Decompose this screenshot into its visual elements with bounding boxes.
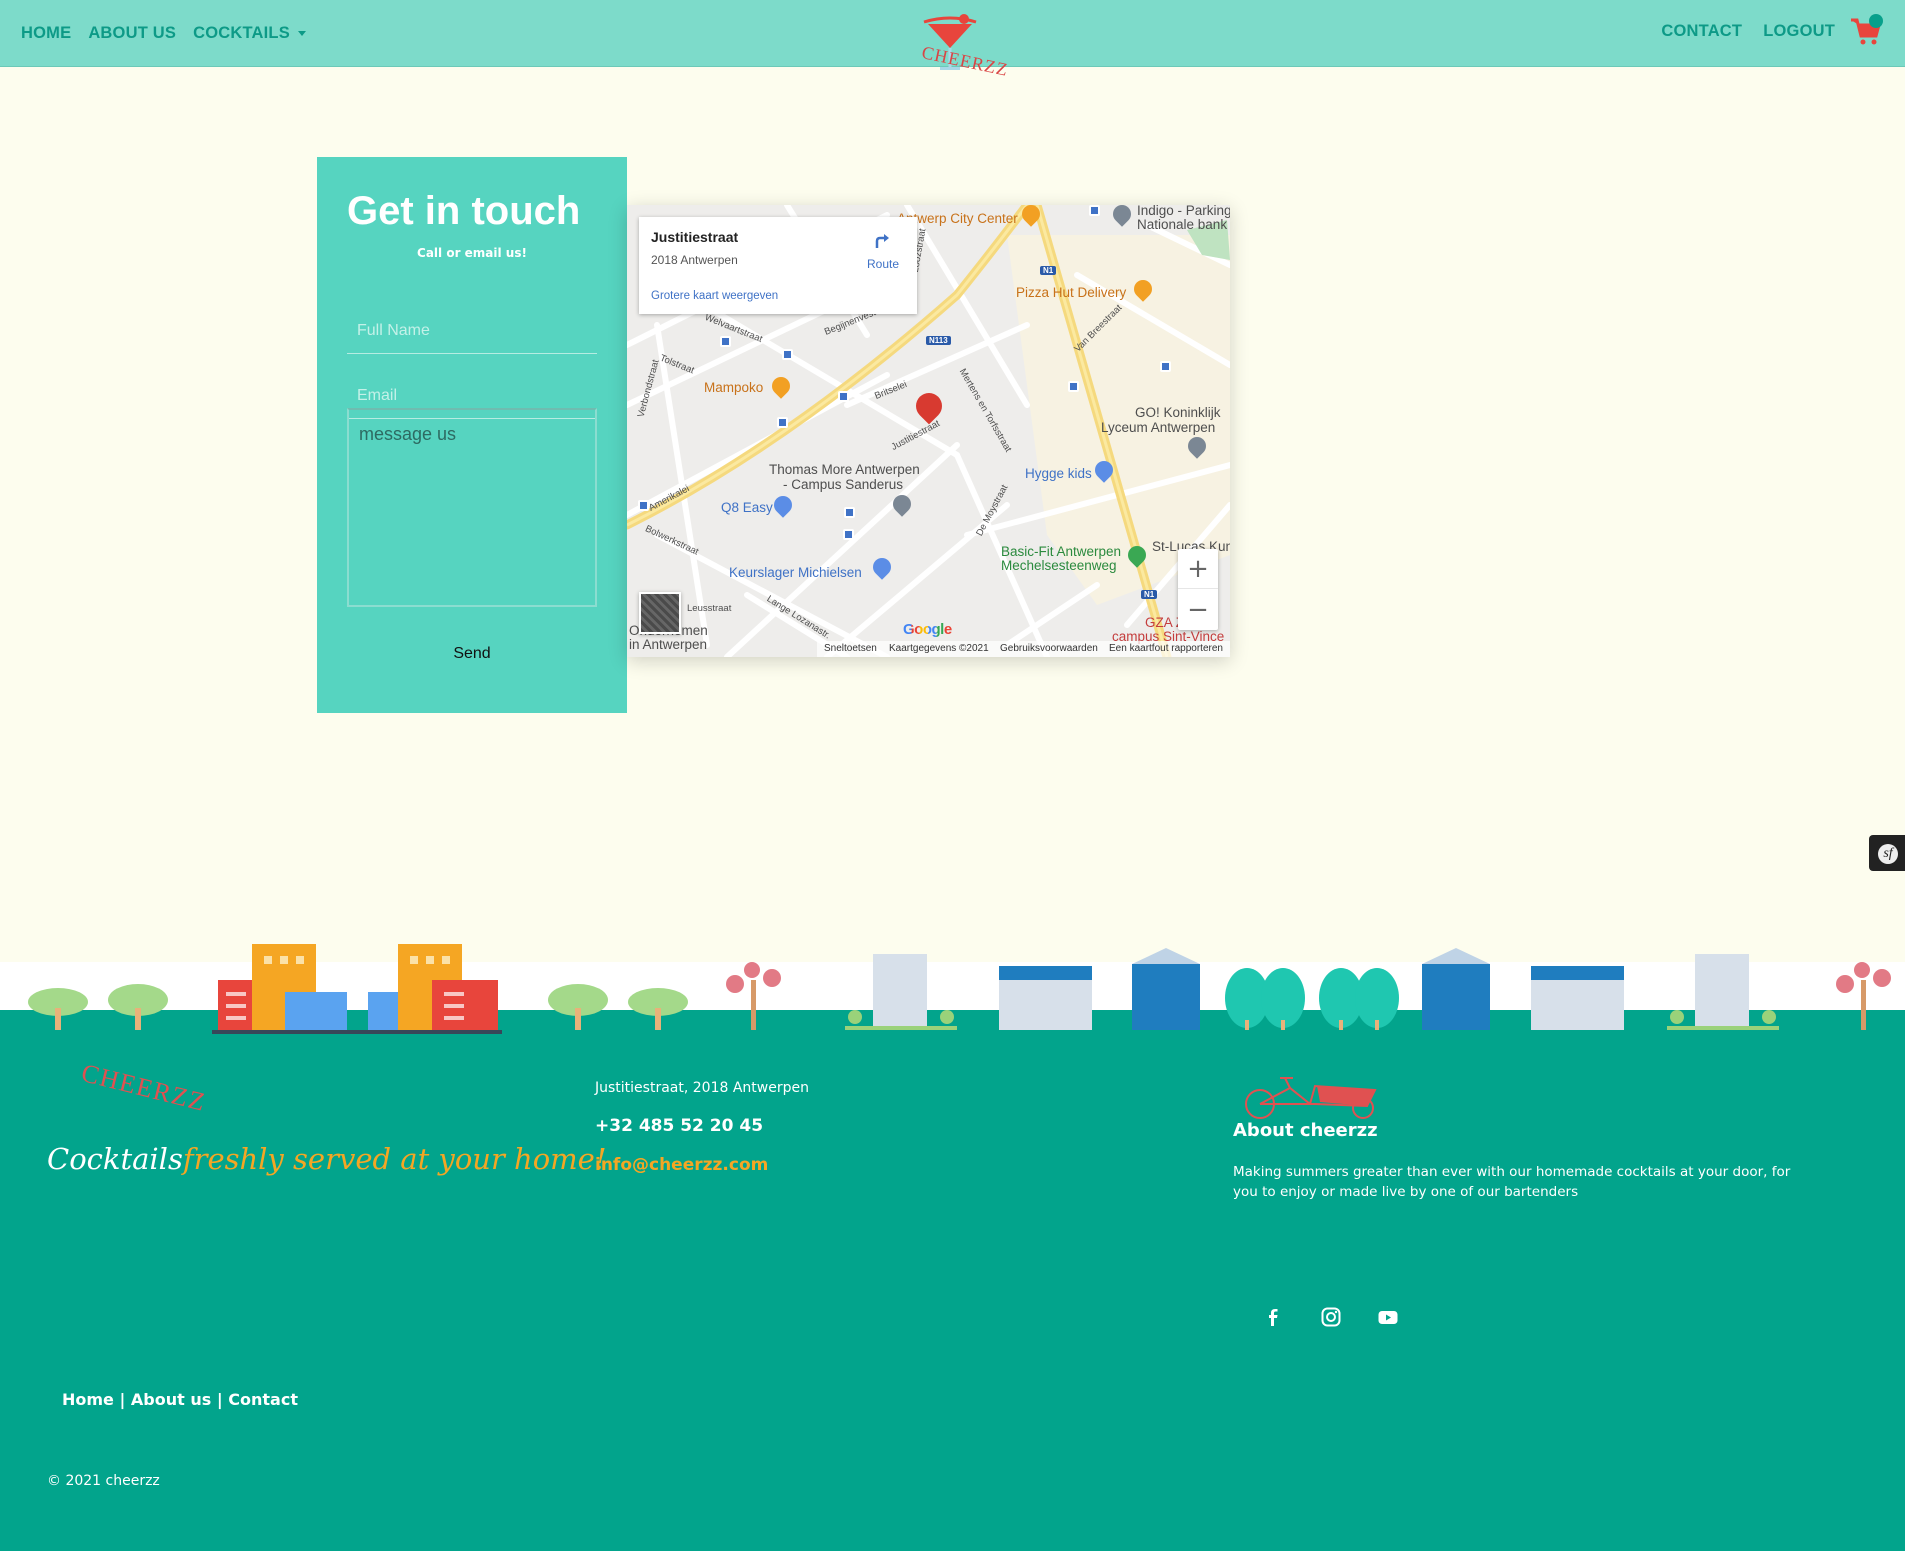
nav-cocktails-label: COCKTAILS bbox=[193, 24, 290, 42]
footer-link-separator: | bbox=[119, 1390, 126, 1409]
youtube-icon[interactable] bbox=[1377, 1306, 1399, 1328]
copyright: © 2021 cheerzz bbox=[47, 1473, 160, 1489]
map-label-thomas-more: Thomas More Antwerpen bbox=[769, 462, 920, 477]
map-label-lyceum: Lyceum Antwerpen bbox=[1101, 420, 1216, 435]
navbar: HOME ABOUT US COCKTAILS CHEERZZ CONTACT … bbox=[0, 0, 1905, 80]
contact-form-card: Get in touch Call or email us! Send bbox=[317, 157, 627, 713]
full-name-input[interactable] bbox=[347, 308, 597, 354]
footer-logo: CHEERZZ bbox=[78, 1058, 210, 1118]
map-label-mechelsesteenweg: Mechelsesteenweg bbox=[1001, 558, 1117, 573]
map-place-address: 2018 Antwerpen bbox=[651, 253, 738, 267]
facebook-icon[interactable] bbox=[1262, 1306, 1284, 1328]
footer-home-link[interactable]: Home bbox=[62, 1390, 114, 1409]
cargo-bike-icon bbox=[1245, 1077, 1377, 1119]
nav-logout-link[interactable]: LOGOUT bbox=[1763, 22, 1835, 41]
bus-stop-icon[interactable] bbox=[777, 417, 788, 428]
zoom-out-button[interactable]: − bbox=[1178, 590, 1218, 630]
footer-links: Home | About us | Contact bbox=[62, 1390, 298, 1409]
city-skyline-illustration bbox=[0, 940, 1905, 1036]
road-n1-badge: N1 bbox=[1040, 266, 1057, 275]
bus-stop-icon[interactable] bbox=[1068, 381, 1079, 392]
bus-stop-icon[interactable] bbox=[720, 336, 731, 347]
nav-about-link[interactable]: ABOUT US bbox=[88, 24, 176, 43]
nav-home-link[interactable]: HOME bbox=[21, 24, 71, 43]
google-map[interactable]: N113 N1 N1 Antwerp City Center Indigo - … bbox=[627, 205, 1230, 657]
footer: CHEERZZ Cocktailsfreshly served at your … bbox=[0, 1010, 1905, 1551]
map-footer: Sneltoetsen Kaartgegevens ©2021 Gebruiks… bbox=[627, 641, 1230, 657]
map-label-basic-fit: Basic-Fit Antwerpen bbox=[1001, 544, 1122, 559]
cart-count-badge bbox=[1869, 14, 1883, 28]
map-label-q8-easy: Q8 Easy bbox=[721, 500, 773, 515]
map-label-mampoko: Mampoko bbox=[704, 380, 764, 395]
map-place-card: Justitiestraat 2018 Antwerpen Grotere ka… bbox=[639, 217, 917, 314]
contact-subtitle: Call or email us! bbox=[417, 246, 527, 260]
nav-left: HOME ABOUT US COCKTAILS bbox=[21, 24, 306, 43]
map-label-go-koninklijk: GO! Koninklijk bbox=[1135, 405, 1221, 420]
map-label-hygge-kids: Hygge kids bbox=[1025, 466, 1092, 481]
symfony-toolbar-toggle[interactable]: sf bbox=[1869, 835, 1905, 871]
zoom-in-button[interactable]: + bbox=[1178, 549, 1218, 589]
caret-down-icon bbox=[297, 31, 306, 37]
map-label-pizza-hut: Pizza Hut Delivery bbox=[1016, 285, 1127, 300]
footer-phone[interactable]: +32 485 52 20 45 bbox=[595, 1116, 763, 1136]
about-text: Making summers greater than ever with ou… bbox=[1233, 1164, 1791, 1200]
map-terms-link[interactable]: Gebruiksvoorwaarden bbox=[1000, 643, 1098, 654]
bus-stop-icon[interactable] bbox=[1160, 361, 1171, 372]
tagline-part2: freshly served at your home! bbox=[182, 1142, 607, 1176]
google-logo: Google bbox=[903, 621, 952, 638]
route-label[interactable]: Route bbox=[867, 257, 899, 271]
shopping-cart-button[interactable] bbox=[1849, 14, 1883, 46]
tagline-part1: Cocktails bbox=[47, 1142, 183, 1176]
street-label-leusstraat: Leusstraat bbox=[687, 603, 732, 614]
larger-map-link[interactable]: Grotere kaart weergeven bbox=[651, 290, 778, 302]
footer-contact-link[interactable]: Contact bbox=[228, 1390, 298, 1409]
map-label-campus-sanderus: - Campus Sanderus bbox=[783, 477, 904, 492]
footer-about-link[interactable]: About us bbox=[131, 1390, 211, 1409]
bus-stop-icon[interactable] bbox=[844, 507, 855, 518]
footer-link-separator: | bbox=[216, 1390, 223, 1409]
bus-stop-icon[interactable] bbox=[838, 391, 849, 402]
satellite-toggle[interactable] bbox=[639, 592, 681, 634]
about-title: About cheerzz bbox=[1233, 1120, 1378, 1141]
nav-right: CONTACT LOGOUT bbox=[1661, 22, 1835, 41]
map-zoom-control: + − bbox=[1178, 549, 1218, 630]
directions-icon[interactable] bbox=[873, 231, 891, 249]
map-label-nationale-bank: Nationale bank bbox=[1137, 217, 1228, 232]
contact-title: Get in touch bbox=[347, 189, 581, 233]
footer-email-link[interactable]: info@cheerzz.com bbox=[595, 1155, 768, 1175]
bus-stop-icon[interactable] bbox=[1089, 205, 1100, 216]
map-shortcuts-link[interactable]: Sneltoetsen bbox=[824, 643, 877, 654]
map-place-title: Justitiestraat bbox=[651, 229, 739, 245]
map-data-label: Kaartgegevens ©2021 bbox=[889, 643, 989, 654]
google-logo-text: Google bbox=[903, 621, 952, 638]
nav-contact-link[interactable]: CONTACT bbox=[1661, 22, 1742, 41]
send-button[interactable]: Send bbox=[347, 635, 597, 673]
road-n113-badge: N113 bbox=[926, 336, 951, 345]
road-n1-badge: N1 bbox=[1141, 590, 1158, 599]
map-report-link[interactable]: Een kaartfout rapporteren bbox=[1109, 643, 1223, 654]
footer-address: Justitiestraat, 2018 Antwerpen bbox=[595, 1080, 809, 1096]
bus-stop-icon[interactable] bbox=[843, 529, 854, 540]
bus-stop-icon[interactable] bbox=[782, 349, 793, 360]
navbar-logo[interactable]: CHEERZZ bbox=[912, 10, 1010, 82]
message-textarea[interactable] bbox=[347, 408, 597, 607]
instagram-icon[interactable] bbox=[1320, 1306, 1342, 1328]
nav-cocktails-dropdown[interactable]: COCKTAILS bbox=[193, 24, 306, 43]
map-label-keurslager: Keurslager Michielsen bbox=[729, 565, 862, 580]
symfony-icon: sf bbox=[1878, 844, 1898, 864]
footer-tagline: Cocktailsfreshly served at your home! bbox=[47, 1142, 607, 1176]
